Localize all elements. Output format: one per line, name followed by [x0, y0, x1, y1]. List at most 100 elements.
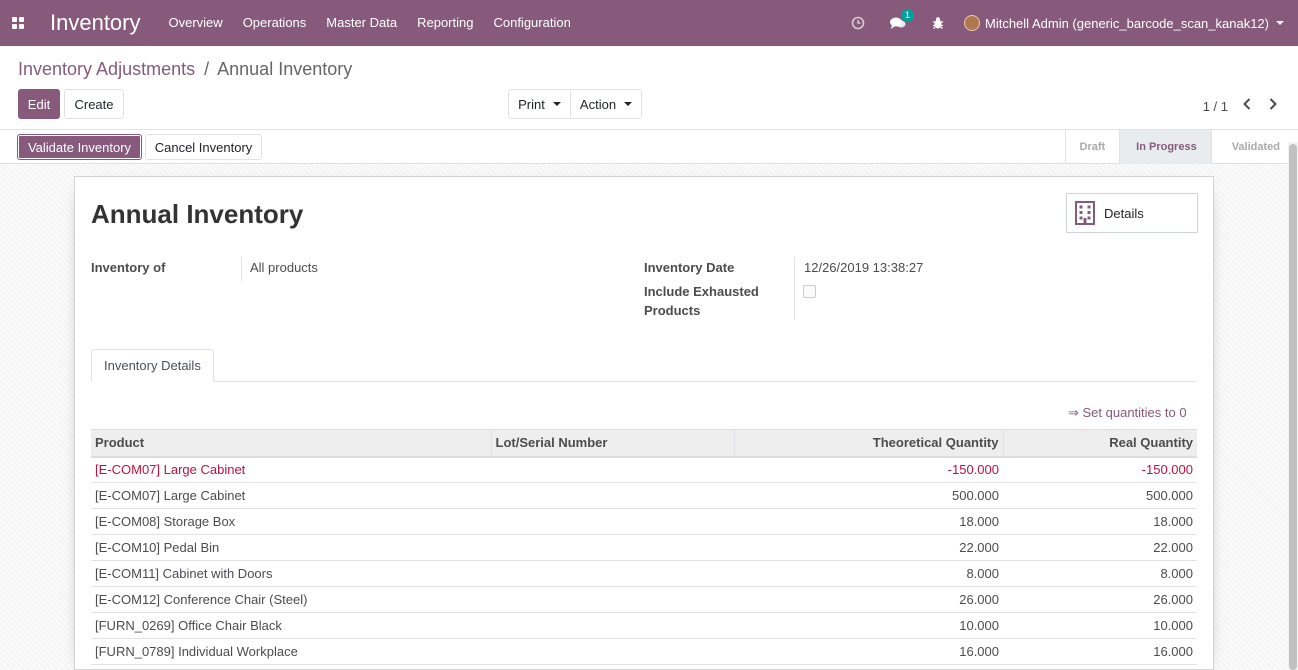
- menu-item-overview[interactable]: Overview: [159, 0, 233, 46]
- cell-real-quantity[interactable]: 8.000: [1003, 560, 1197, 587]
- cell-real-quantity[interactable]: -150.000: [1003, 456, 1197, 483]
- print-caret-icon: [552, 102, 561, 106]
- edit-button[interactable]: Edit: [18, 89, 60, 119]
- cell-product[interactable]: [E-COM10] Pedal Bin: [91, 534, 491, 561]
- inventory-date-value[interactable]: 12/26/2019 13:38:27: [804, 258, 923, 277]
- cell-lot-serial-number[interactable]: [491, 508, 734, 535]
- cell-lot-serial-number[interactable]: [491, 482, 734, 509]
- systray: 1 Mitchell Admin (generic_barcode_scan_k…: [838, 0, 1298, 46]
- column-real-quantity[interactable]: Real Quantity: [1003, 429, 1197, 458]
- user-menu[interactable]: Mitchell Admin (generic_barcode_scan_kan…: [958, 0, 1298, 46]
- menu-item-master-data[interactable]: Master Data: [316, 0, 407, 46]
- set-quantities-to-zero-link[interactable]: ⇒ Set quantities to 0: [1068, 405, 1187, 421]
- pager-previous-icon[interactable]: [1240, 97, 1254, 115]
- table-row[interactable]: [E-COM07] Large Cabinet -150.000 -150.000: [91, 456, 1197, 483]
- details-smart-button[interactable]: Details: [1066, 193, 1198, 233]
- menu-item-reporting[interactable]: Reporting: [407, 0, 483, 46]
- pager-next-icon[interactable]: [1266, 97, 1280, 115]
- messages-icon[interactable]: 1: [878, 0, 918, 46]
- create-button[interactable]: Create: [64, 89, 124, 119]
- include-exhausted-label-line-2: Products: [644, 303, 701, 318]
- cell-product[interactable]: [E-COM08] Storage Box: [91, 508, 491, 535]
- building-icon: [1075, 201, 1095, 225]
- scrollbar[interactable]: [1288, 142, 1298, 670]
- cell-product[interactable]: [FURN_0269] Office Chair Black: [91, 612, 491, 639]
- control-panel: Inventory Adjustments / Annual Inventory…: [0, 46, 1298, 130]
- record-title: Annual Inventory: [91, 199, 304, 229]
- main-menu: Overview Operations Master Data Reportin…: [159, 0, 581, 46]
- field-divider: [241, 257, 242, 281]
- validate-inventory-button[interactable]: Validate Inventory: [17, 134, 142, 160]
- cell-lot-serial-number[interactable]: [491, 612, 734, 639]
- form-sheet: Annual Inventory Details Inventory of Al…: [74, 176, 1214, 670]
- cell-theoretical-quantity[interactable]: 16.000: [734, 638, 1003, 665]
- cell-product[interactable]: [E-COM11] Cabinet with Doors: [91, 560, 491, 587]
- status-steps: Draft In Progress Validated: [1064, 130, 1298, 164]
- avatar: [964, 15, 980, 31]
- cell-theoretical-quantity[interactable]: 10.000: [734, 612, 1003, 639]
- breadcrumb: Inventory Adjustments / Annual Inventory: [18, 59, 352, 80]
- table-row[interactable]: [E-COM10] Pedal Bin 22.000 22.000: [91, 534, 1197, 561]
- cell-real-quantity[interactable]: 22.000: [1003, 534, 1197, 561]
- column-lot-serial-number[interactable]: Lot/Serial Number: [491, 429, 735, 458]
- apps-menu-icon[interactable]: [0, 0, 36, 46]
- cell-theoretical-quantity[interactable]: -150.000: [734, 456, 1003, 483]
- cell-lot-serial-number[interactable]: [491, 534, 734, 561]
- status-draft[interactable]: Draft: [1064, 130, 1120, 164]
- cell-theoretical-quantity[interactable]: 22.000: [734, 534, 1003, 561]
- column-product[interactable]: Product: [91, 429, 492, 458]
- cell-theoretical-quantity[interactable]: 26.000: [734, 586, 1003, 613]
- cell-theoretical-quantity[interactable]: 500.000: [734, 482, 1003, 509]
- cell-real-quantity[interactable]: 500.000: [1003, 482, 1197, 509]
- cell-real-quantity[interactable]: 16.000: [1003, 638, 1197, 665]
- debug-bug-icon[interactable]: [918, 0, 958, 46]
- include-exhausted-label: Include Exhausted Products: [644, 282, 759, 320]
- pager: 1 / 1: [1203, 97, 1280, 115]
- inventory-of-value[interactable]: All products: [250, 258, 318, 277]
- status-validated[interactable]: Validated: [1210, 130, 1298, 164]
- table-row[interactable]: [FURN_0269] Office Chair Black 10.000 10.0…: [91, 612, 1197, 639]
- cell-lot-serial-number[interactable]: [491, 638, 734, 665]
- status-in-progress[interactable]: In Progress: [1119, 130, 1211, 164]
- cell-product[interactable]: [E-COM07] Large Cabinet: [91, 482, 491, 509]
- user-caret-icon: [1276, 21, 1284, 25]
- cell-lot-serial-number[interactable]: [491, 586, 734, 613]
- tab-inventory-details[interactable]: Inventory Details: [91, 349, 214, 382]
- cell-real-quantity[interactable]: 18.000: [1003, 508, 1197, 535]
- table-row[interactable]: [FURN_0789] Individual Workplace 16.000 16…: [91, 638, 1197, 665]
- cell-theoretical-quantity[interactable]: 8.000: [734, 560, 1003, 587]
- menu-item-configuration[interactable]: Configuration: [483, 0, 580, 46]
- cell-product[interactable]: [E-COM12] Conference Chair (Steel): [91, 586, 491, 613]
- messages-badge: 1: [901, 9, 914, 22]
- cell-theoretical-quantity[interactable]: 18.000: [734, 508, 1003, 535]
- cell-lot-serial-number[interactable]: [491, 560, 734, 587]
- pager-value[interactable]: 1 / 1: [1203, 99, 1228, 114]
- table-row[interactable]: [E-COM12] Conference Chair (Steel) 26.000…: [91, 586, 1197, 613]
- print-dropdown[interactable]: Print: [508, 89, 571, 119]
- app-name[interactable]: Inventory: [36, 10, 159, 36]
- cell-real-quantity[interactable]: 10.000: [1003, 612, 1197, 639]
- cell-real-quantity[interactable]: 26.000: [1003, 586, 1197, 613]
- cell-product[interactable]: [E-COM07] Large Cabinet: [91, 456, 491, 483]
- details-label: Details: [1104, 205, 1144, 221]
- table-row[interactable]: [E-COM07] Large Cabinet 500.000 500.000: [91, 482, 1197, 509]
- menu-item-operations[interactable]: Operations: [233, 0, 317, 46]
- column-theoretical-quantity[interactable]: Theoretical Quantity: [734, 429, 1004, 458]
- table-row[interactable]: [E-COM08] Storage Box 18.000 18.000: [91, 508, 1197, 535]
- include-exhausted-label-line-1: Include Exhausted: [644, 284, 759, 299]
- inventory-lines-table: Product Lot/Serial Number Theoretical Qu…: [91, 429, 1197, 665]
- table-header-row: Product Lot/Serial Number Theoretical Qu…: [91, 429, 1197, 458]
- field-divider: [794, 257, 795, 320]
- include-exhausted-checkbox[interactable]: [803, 285, 816, 298]
- breadcrumb-separator: /: [204, 59, 210, 79]
- activity-clock-icon[interactable]: [838, 0, 878, 46]
- table-row[interactable]: [E-COM11] Cabinet with Doors 8.000 8.000: [91, 560, 1197, 587]
- action-dropdown[interactable]: Action: [570, 89, 642, 119]
- cell-lot-serial-number[interactable]: [491, 456, 734, 483]
- print-label: Print: [518, 96, 545, 112]
- breadcrumb-parent-link[interactable]: Inventory Adjustments: [18, 59, 195, 79]
- cell-product[interactable]: [FURN_0789] Individual Workplace: [91, 638, 491, 665]
- action-caret-icon: [624, 102, 633, 106]
- scrollbar-thumb[interactable]: [1289, 144, 1297, 670]
- cancel-inventory-button[interactable]: Cancel Inventory: [145, 134, 262, 160]
